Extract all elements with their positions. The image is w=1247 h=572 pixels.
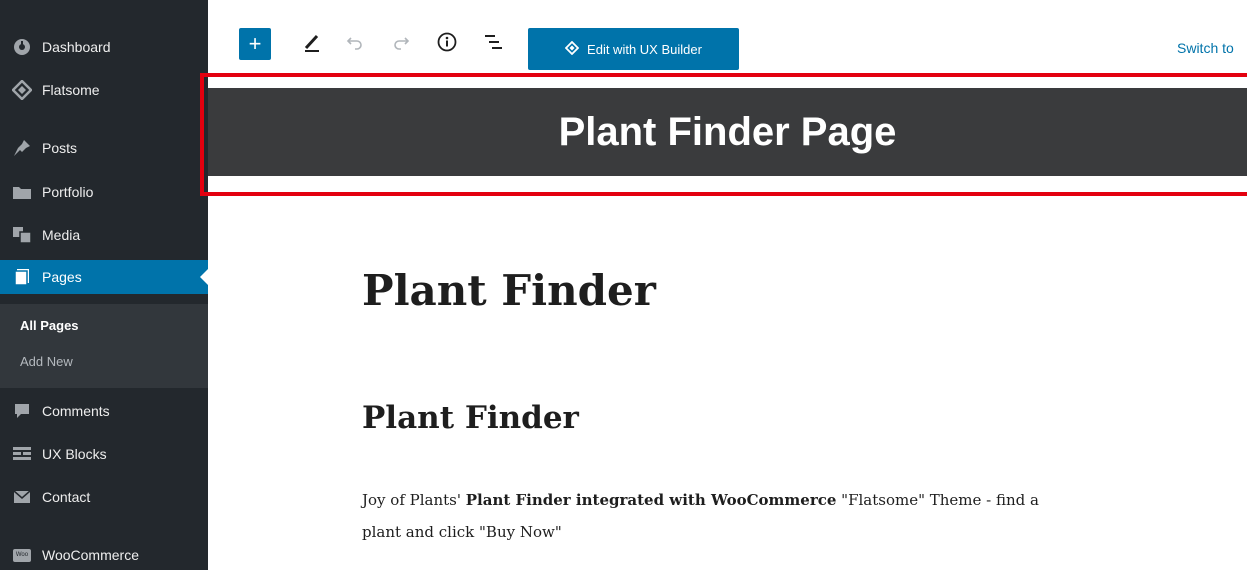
submenu-item-all-pages[interactable]: All Pages (20, 318, 79, 333)
sidebar-item-label: Pages (42, 269, 82, 285)
pin-icon (12, 138, 32, 158)
pages-submenu: All Pages Add New (0, 304, 208, 388)
add-block-button[interactable]: + (239, 28, 271, 60)
paragraph-bold-text: Plant Finder integrated with WooCommerce (465, 491, 837, 509)
sidebar-item-posts[interactable]: Posts (0, 131, 208, 165)
sidebar-item-label: WooCommerce (42, 547, 139, 563)
woocommerce-icon: Woo (12, 545, 32, 565)
page-title[interactable]: Plant Finder (362, 266, 656, 315)
pencil-icon (302, 32, 322, 57)
submenu-item-add-new[interactable]: Add New (20, 354, 73, 369)
editor-toolbar: + Edit with UX Builder Switch to (208, 0, 1247, 76)
flatsome-icon (12, 80, 32, 100)
info-button[interactable] (435, 32, 459, 56)
blocks-icon (12, 444, 32, 464)
sidebar-item-dashboard[interactable]: Dashboard (0, 30, 208, 64)
sidebar-item-comments[interactable]: Comments (0, 394, 208, 428)
info-icon (437, 32, 457, 57)
sidebar-item-label: Comments (42, 403, 110, 419)
edit-mode-button[interactable] (300, 32, 324, 56)
highlight-annotation-frame (200, 73, 1247, 196)
sidebar-item-label: Portfolio (42, 184, 94, 200)
sidebar-item-label: Posts (42, 140, 78, 156)
content-paragraph[interactable]: Joy of Plants' Plant Finder integrated w… (362, 484, 1082, 548)
paragraph-text: Joy of Plants' (362, 491, 466, 509)
redo-icon (392, 34, 410, 55)
sidebar-item-flatsome[interactable]: Flatsome (0, 73, 208, 107)
sidebar-item-label: Media (42, 227, 81, 243)
sidebar-item-contact[interactable]: Contact (0, 480, 208, 514)
admin-sidebar: Dashboard Flatsome Posts Portfolio Media… (0, 0, 208, 570)
sidebar-item-label: Contact (42, 489, 91, 505)
sidebar-item-label: Flatsome (42, 82, 100, 98)
redo-button[interactable] (389, 32, 413, 56)
sidebar-item-portfolio[interactable]: Portfolio (0, 175, 208, 209)
sidebar-item-ux-blocks[interactable]: UX Blocks (0, 437, 208, 471)
dashboard-icon (12, 37, 32, 57)
ux-builder-label: Edit with UX Builder (587, 41, 702, 57)
pages-icon (12, 267, 32, 287)
edit-with-ux-builder-button[interactable]: Edit with UX Builder (528, 28, 739, 70)
list-outline-icon (483, 33, 503, 56)
media-icon (12, 225, 32, 245)
folder-icon (12, 182, 32, 202)
envelope-icon (12, 487, 32, 507)
undo-button[interactable] (343, 32, 367, 56)
comment-icon (12, 401, 32, 421)
content-heading[interactable]: Plant Finder (362, 400, 579, 436)
undo-icon (346, 34, 364, 55)
switch-to-link[interactable]: Switch to (1177, 40, 1234, 56)
sidebar-item-pages[interactable]: Pages (0, 260, 208, 294)
outline-button[interactable] (481, 32, 505, 56)
sidebar-item-woocommerce[interactable]: Woo WooCommerce (0, 538, 208, 572)
sidebar-item-media[interactable]: Media (0, 218, 208, 252)
flatsome-icon (564, 40, 580, 58)
sidebar-item-label: UX Blocks (42, 446, 107, 462)
sidebar-item-label: Dashboard (42, 39, 111, 55)
